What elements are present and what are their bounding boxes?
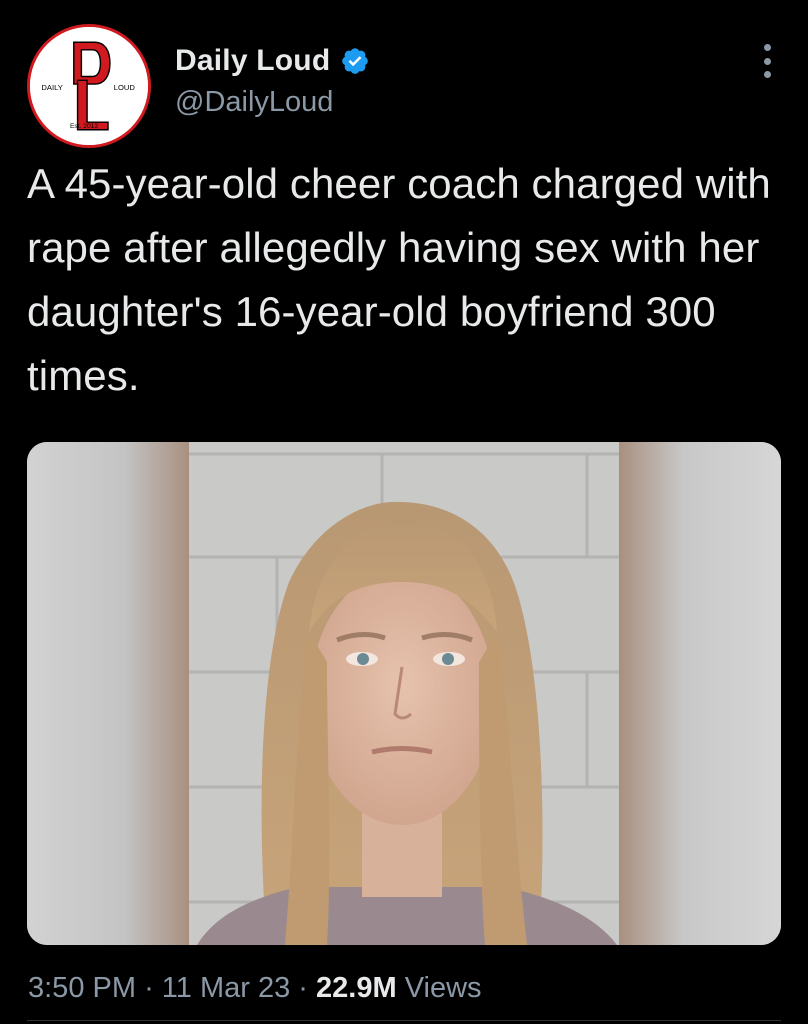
author-name-row[interactable]: Daily Loud — [175, 44, 370, 78]
tweet-meta: 3:50 PM · 11 Mar 23 · 22.9M Views — [28, 972, 482, 1005]
views-label: Views — [404, 972, 482, 1004]
mugshot-photo — [27, 442, 781, 945]
avatar[interactable]: DAILY LOUD Est. 2012 — [27, 24, 151, 148]
display-name[interactable]: Daily Loud — [175, 44, 330, 78]
views-count: 22.9M — [316, 972, 397, 1004]
handle[interactable]: @DailyLoud — [175, 86, 333, 119]
verified-badge-icon — [340, 46, 370, 76]
tweet-image[interactable] — [27, 442, 781, 945]
tweet-card: DAILY LOUD Est. 2012 Daily Loud @DailyLo… — [0, 0, 808, 1024]
tweet-date[interactable]: 11 Mar 23 — [162, 972, 290, 1004]
logo-left-text: DAILY — [41, 83, 62, 92]
logo-right-text: LOUD — [114, 83, 136, 92]
divider — [27, 1020, 781, 1021]
tweet-time[interactable]: 3:50 PM — [28, 972, 136, 1004]
daily-loud-logo-icon: DAILY LOUD Est. 2012 — [30, 27, 148, 145]
more-options-icon[interactable] — [762, 44, 772, 78]
tweet-text: A 45-year-old cheer coach charged with r… — [27, 160, 771, 399]
separator: · — [144, 972, 154, 1004]
logo-bottom-text: Est. 2012 — [70, 123, 98, 130]
separator: · — [298, 972, 308, 1004]
